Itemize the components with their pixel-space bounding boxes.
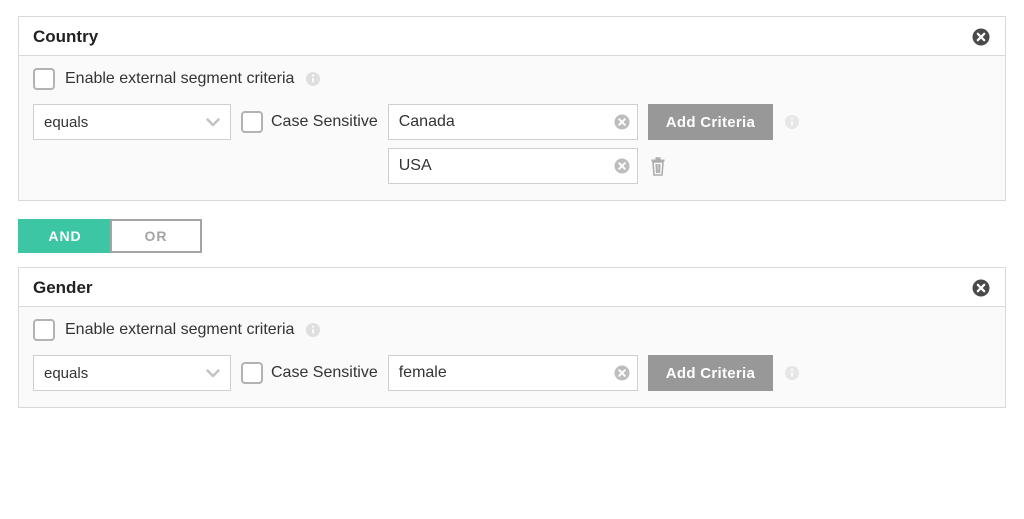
info-icon[interactable] <box>783 364 801 382</box>
connector-or-label: OR <box>145 228 168 244</box>
criteria-value-row: female Add Criteria <box>388 355 801 391</box>
criteria-value-row: Canada Add Criteria <box>388 104 801 140</box>
operator-select[interactable]: equals <box>33 104 231 140</box>
filter-card-country: Country Enable external segment criteria… <box>18 16 1006 201</box>
operator-select[interactable]: equals <box>33 355 231 391</box>
connector-and-button[interactable]: AND <box>18 219 110 253</box>
clear-icon[interactable] <box>613 364 631 382</box>
case-sensitive-label: Case Sensitive <box>271 113 378 131</box>
connector-and-label: AND <box>48 228 81 244</box>
filter-header: Gender <box>19 268 1005 307</box>
enable-external-row: Enable external segment criteria <box>33 68 991 90</box>
criteria-row: equals Case Sensitive female <box>33 355 991 391</box>
case-sensitive-label: Case Sensitive <box>271 364 378 382</box>
criteria-value-input[interactable]: Canada <box>388 104 638 140</box>
enable-external-label: Enable external segment criteria <box>65 70 294 88</box>
clear-icon[interactable] <box>613 113 631 131</box>
info-icon[interactable] <box>304 70 322 88</box>
add-criteria-button[interactable]: Add Criteria <box>648 355 773 391</box>
filter-title: Gender <box>33 278 93 298</box>
criteria-value-column: Canada Add Criteria <box>388 104 801 184</box>
close-icon[interactable] <box>971 27 991 47</box>
operator-value: equals <box>44 114 88 131</box>
add-criteria-button[interactable]: Add Criteria <box>648 104 773 140</box>
enable-external-row: Enable external segment criteria <box>33 319 991 341</box>
filter-title: Country <box>33 27 98 47</box>
enable-external-checkbox[interactable] <box>33 319 55 341</box>
criteria-value-text: Canada <box>399 113 455 131</box>
filter-body: Enable external segment criteria equals … <box>19 307 1005 407</box>
enable-external-checkbox[interactable] <box>33 68 55 90</box>
chevron-down-icon <box>204 113 222 131</box>
close-icon[interactable] <box>971 278 991 298</box>
criteria-value-row: USA <box>388 148 801 184</box>
trash-icon[interactable] <box>648 155 668 177</box>
filter-card-gender: Gender Enable external segment criteria … <box>18 267 1006 408</box>
filter-header: Country <box>19 17 1005 56</box>
add-criteria-label: Add Criteria <box>666 114 755 131</box>
filter-body: Enable external segment criteria equals … <box>19 56 1005 200</box>
criteria-value-text: USA <box>399 157 432 175</box>
connector-or-button[interactable]: OR <box>110 219 202 253</box>
clear-icon[interactable] <box>613 157 631 175</box>
case-sensitive-checkbox[interactable] <box>241 111 263 133</box>
logic-connector: AND OR <box>18 219 1006 253</box>
operator-value: equals <box>44 365 88 382</box>
info-icon[interactable] <box>304 321 322 339</box>
criteria-value-input[interactable]: USA <box>388 148 638 184</box>
criteria-value-text: female <box>399 364 447 382</box>
chevron-down-icon <box>204 364 222 382</box>
criteria-value-column: female Add Criteria <box>388 355 801 391</box>
info-icon[interactable] <box>783 113 801 131</box>
case-sensitive-wrap: Case Sensitive <box>241 355 378 391</box>
case-sensitive-wrap: Case Sensitive <box>241 104 378 140</box>
criteria-value-input[interactable]: female <box>388 355 638 391</box>
add-criteria-label: Add Criteria <box>666 365 755 382</box>
criteria-row: equals Case Sensitive Canada <box>33 104 991 184</box>
enable-external-label: Enable external segment criteria <box>65 321 294 339</box>
case-sensitive-checkbox[interactable] <box>241 362 263 384</box>
